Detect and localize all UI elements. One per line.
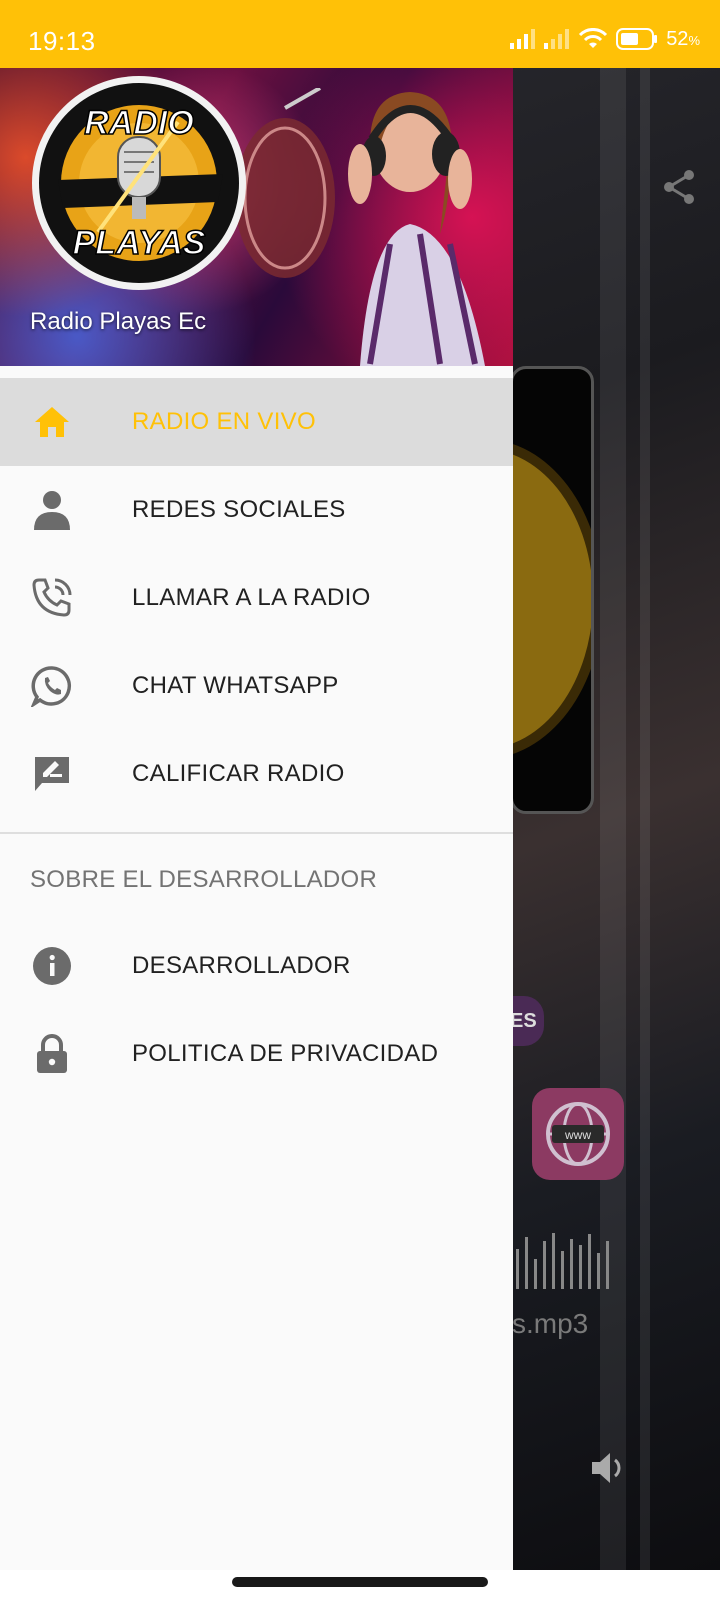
menu-item-label: DESARROLLADOR — [132, 952, 351, 979]
menu-item-label: POLITICA DE PRIVACIDAD — [132, 1040, 439, 1067]
home-gesture-handle[interactable] — [232, 1577, 488, 1587]
info-icon — [30, 944, 74, 988]
album-cover — [510, 366, 594, 814]
menu-item-chat-whatsapp[interactable]: CHAT WHATSAPP — [0, 642, 513, 730]
rate-review-icon — [30, 752, 74, 796]
lock-icon — [30, 1032, 74, 1076]
audio-visualizer — [516, 1233, 609, 1289]
menu-item-label: REDES SOCIALES — [132, 496, 346, 523]
share-icon[interactable] — [660, 168, 698, 206]
wifi-icon — [579, 28, 608, 48]
signal-icon — [510, 29, 536, 49]
navigation-drawer: RADIO PLAYAS Radio Playas Ec RADIO EN VI… — [0, 68, 513, 1570]
battery-icon — [616, 28, 658, 50]
signal-2-icon — [544, 29, 570, 49]
menu-item-politica-de-privacidad[interactable]: POLITICA DE PRIVACIDAD — [0, 1010, 513, 1098]
menu-item-desarrollador[interactable]: DESARROLLADOR — [0, 922, 513, 1010]
woman-headphones-image — [348, 92, 485, 366]
volume-icon[interactable] — [588, 1448, 628, 1488]
menu-item-label: CALIFICAR RADIO — [132, 760, 345, 787]
menu-item-redes-sociales[interactable]: REDES SOCIALES — [0, 466, 513, 554]
status-icons: 52% — [510, 28, 700, 50]
battery-percentage: 52% — [666, 27, 700, 50]
person-icon — [30, 488, 74, 532]
section-header: SOBRE EL DESARROLLADOR — [30, 866, 378, 893]
website-button[interactable]: www — [532, 1088, 624, 1180]
menu-item-label: CHAT WHATSAPP — [132, 672, 339, 699]
whatsapp-icon — [30, 664, 74, 708]
menu-item-radio-en-vivo[interactable]: RADIO EN VIVO — [0, 378, 513, 466]
home-icon — [30, 400, 74, 444]
drawer-header-title: Radio Playas Ec — [30, 308, 207, 335]
menu-item-label: LLAMAR A LA RADIO — [132, 584, 371, 611]
svg-text:RADIO: RADIO — [84, 104, 194, 142]
menu-item-llamar-a-la-radio[interactable]: LLAMAR A LA RADIO — [0, 554, 513, 642]
svg-text:PLAYAS: PLAYAS — [73, 224, 206, 262]
stream-file-name: s.mp3 — [512, 1308, 589, 1339]
drawer-header: RADIO PLAYAS Radio Playas Ec — [0, 68, 513, 366]
menu-item-calificar-radio[interactable]: CALIFICAR RADIO — [0, 730, 513, 818]
radio-logo: RADIO PLAYAS — [32, 76, 246, 290]
status-time: 19:13 — [28, 26, 96, 56]
phone-icon — [30, 576, 74, 620]
svg-text:www: www — [564, 1128, 591, 1142]
drawer-menu: RADIO EN VIVO REDES SOCIALES LLAMAR A LA… — [0, 378, 513, 818]
status-bar: 19:13 52% — [0, 0, 720, 68]
system-navigation-bar — [0, 1570, 720, 1600]
globe-icon: www — [546, 1102, 610, 1166]
menu-item-label: RADIO EN VIVO — [132, 408, 316, 435]
